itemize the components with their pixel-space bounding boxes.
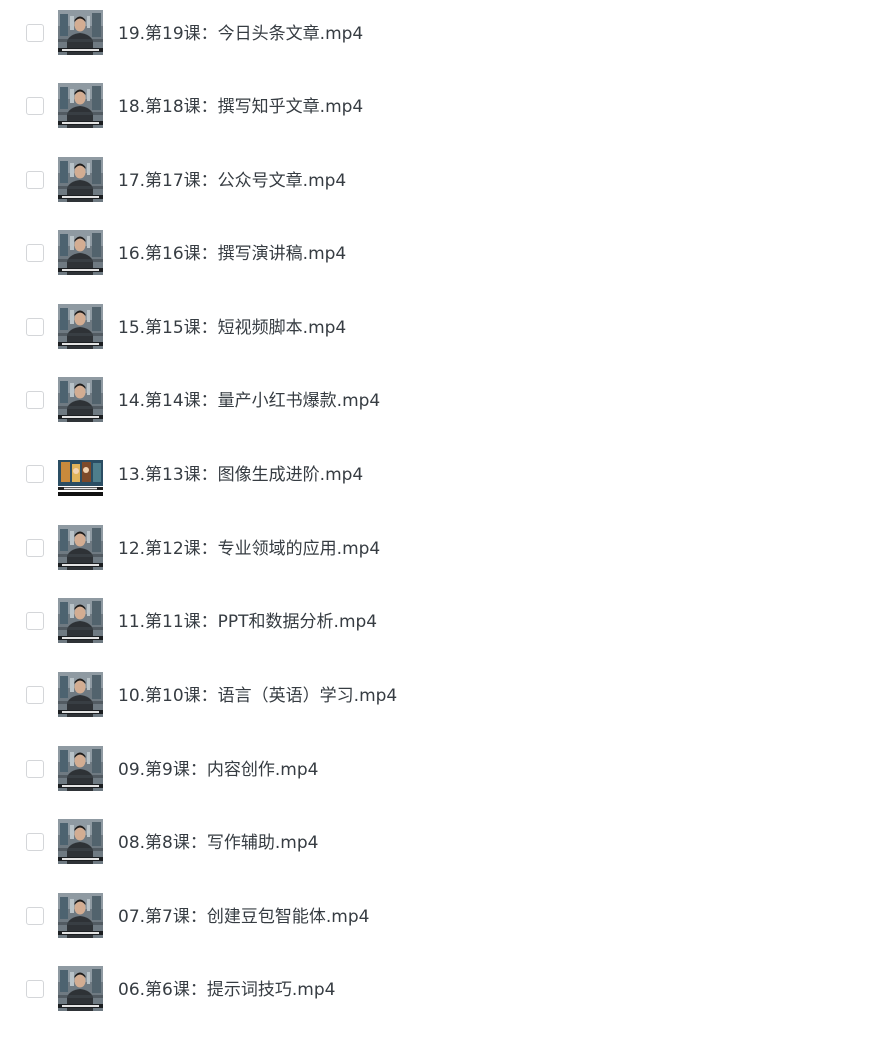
- file-row[interactable]: 17.第17课：公众号文章.mp4: [0, 157, 892, 243]
- person-video-thumbnail[interactable]: [58, 304, 103, 349]
- file-row[interactable]: 09.第9课：内容创作.mp4: [0, 746, 892, 832]
- select-checkbox[interactable]: [26, 244, 44, 262]
- file-row[interactable]: 13.第13课：图像生成进阶.mp4: [0, 451, 892, 537]
- file-name[interactable]: 17.第17课：公众号文章.mp4: [118, 170, 346, 192]
- file-name[interactable]: 15.第15课：短视频脚本.mp4: [118, 317, 346, 339]
- file-row[interactable]: 16.第16课：撰写演讲稿.mp4: [0, 230, 892, 316]
- file-row[interactable]: 14.第14课：量产小红书爆款.mp4: [0, 377, 892, 463]
- file-row[interactable]: 11.第11课：PPT和数据分析.mp4: [0, 598, 892, 684]
- file-name[interactable]: 16.第16课：撰写演讲稿.mp4: [118, 243, 346, 265]
- file-row[interactable]: 07.第7课：创建豆包智能体.mp4: [0, 893, 892, 979]
- file-row[interactable]: 19.第19课：今日头条文章.mp4: [0, 10, 892, 96]
- file-list: 19.第19课：今日头条文章.mp4 18.第18课：撰写知乎文章.mp4 17…: [0, 0, 892, 1024]
- person-video-thumbnail[interactable]: [58, 746, 103, 791]
- file-name[interactable]: 14.第14课：量产小红书爆款.mp4: [118, 390, 380, 412]
- person-video-thumbnail[interactable]: [58, 525, 103, 570]
- select-checkbox[interactable]: [26, 612, 44, 630]
- person-video-thumbnail[interactable]: [58, 672, 103, 717]
- illustration-video-thumbnail[interactable]: [58, 451, 103, 496]
- file-name[interactable]: 13.第13课：图像生成进阶.mp4: [118, 464, 363, 486]
- file-row[interactable]: 12.第12课：专业领域的应用.mp4: [0, 525, 892, 611]
- person-video-thumbnail[interactable]: [58, 819, 103, 864]
- person-video-thumbnail[interactable]: [58, 10, 103, 55]
- select-checkbox[interactable]: [26, 171, 44, 189]
- person-video-thumbnail[interactable]: [58, 230, 103, 275]
- select-checkbox[interactable]: [26, 465, 44, 483]
- person-video-thumbnail[interactable]: [58, 893, 103, 938]
- select-checkbox[interactable]: [26, 686, 44, 704]
- select-checkbox[interactable]: [26, 391, 44, 409]
- file-name[interactable]: 06.第6课：提示词技巧.mp4: [118, 979, 335, 1001]
- file-row[interactable]: 18.第18课：撰写知乎文章.mp4: [0, 83, 892, 169]
- file-name[interactable]: 12.第12课：专业领域的应用.mp4: [118, 538, 380, 560]
- select-checkbox[interactable]: [26, 97, 44, 115]
- file-name[interactable]: 18.第18课：撰写知乎文章.mp4: [118, 96, 363, 118]
- file-name[interactable]: 19.第19课：今日头条文章.mp4: [118, 23, 363, 45]
- file-name[interactable]: 09.第9课：内容创作.mp4: [118, 759, 318, 781]
- select-checkbox[interactable]: [26, 833, 44, 851]
- file-name[interactable]: 08.第8课：写作辅助.mp4: [118, 832, 318, 854]
- person-video-thumbnail[interactable]: [58, 157, 103, 202]
- person-video-thumbnail[interactable]: [58, 377, 103, 422]
- select-checkbox[interactable]: [26, 318, 44, 336]
- person-video-thumbnail[interactable]: [58, 598, 103, 643]
- file-name[interactable]: 10.第10课：语言（英语）学习.mp4: [118, 685, 397, 707]
- file-row[interactable]: 06.第6课：提示词技巧.mp4: [0, 966, 892, 1052]
- file-name[interactable]: 11.第11课：PPT和数据分析.mp4: [118, 611, 377, 633]
- select-checkbox[interactable]: [26, 907, 44, 925]
- select-checkbox[interactable]: [26, 760, 44, 778]
- file-row[interactable]: 15.第15课：短视频脚本.mp4: [0, 304, 892, 390]
- file-row[interactable]: 08.第8课：写作辅助.mp4: [0, 819, 892, 905]
- select-checkbox[interactable]: [26, 980, 44, 998]
- select-checkbox[interactable]: [26, 539, 44, 557]
- person-video-thumbnail[interactable]: [58, 966, 103, 1011]
- select-checkbox[interactable]: [26, 24, 44, 42]
- file-name[interactable]: 07.第7课：创建豆包智能体.mp4: [118, 906, 369, 928]
- person-video-thumbnail[interactable]: [58, 83, 103, 128]
- file-row[interactable]: 10.第10课：语言（英语）学习.mp4: [0, 672, 892, 758]
